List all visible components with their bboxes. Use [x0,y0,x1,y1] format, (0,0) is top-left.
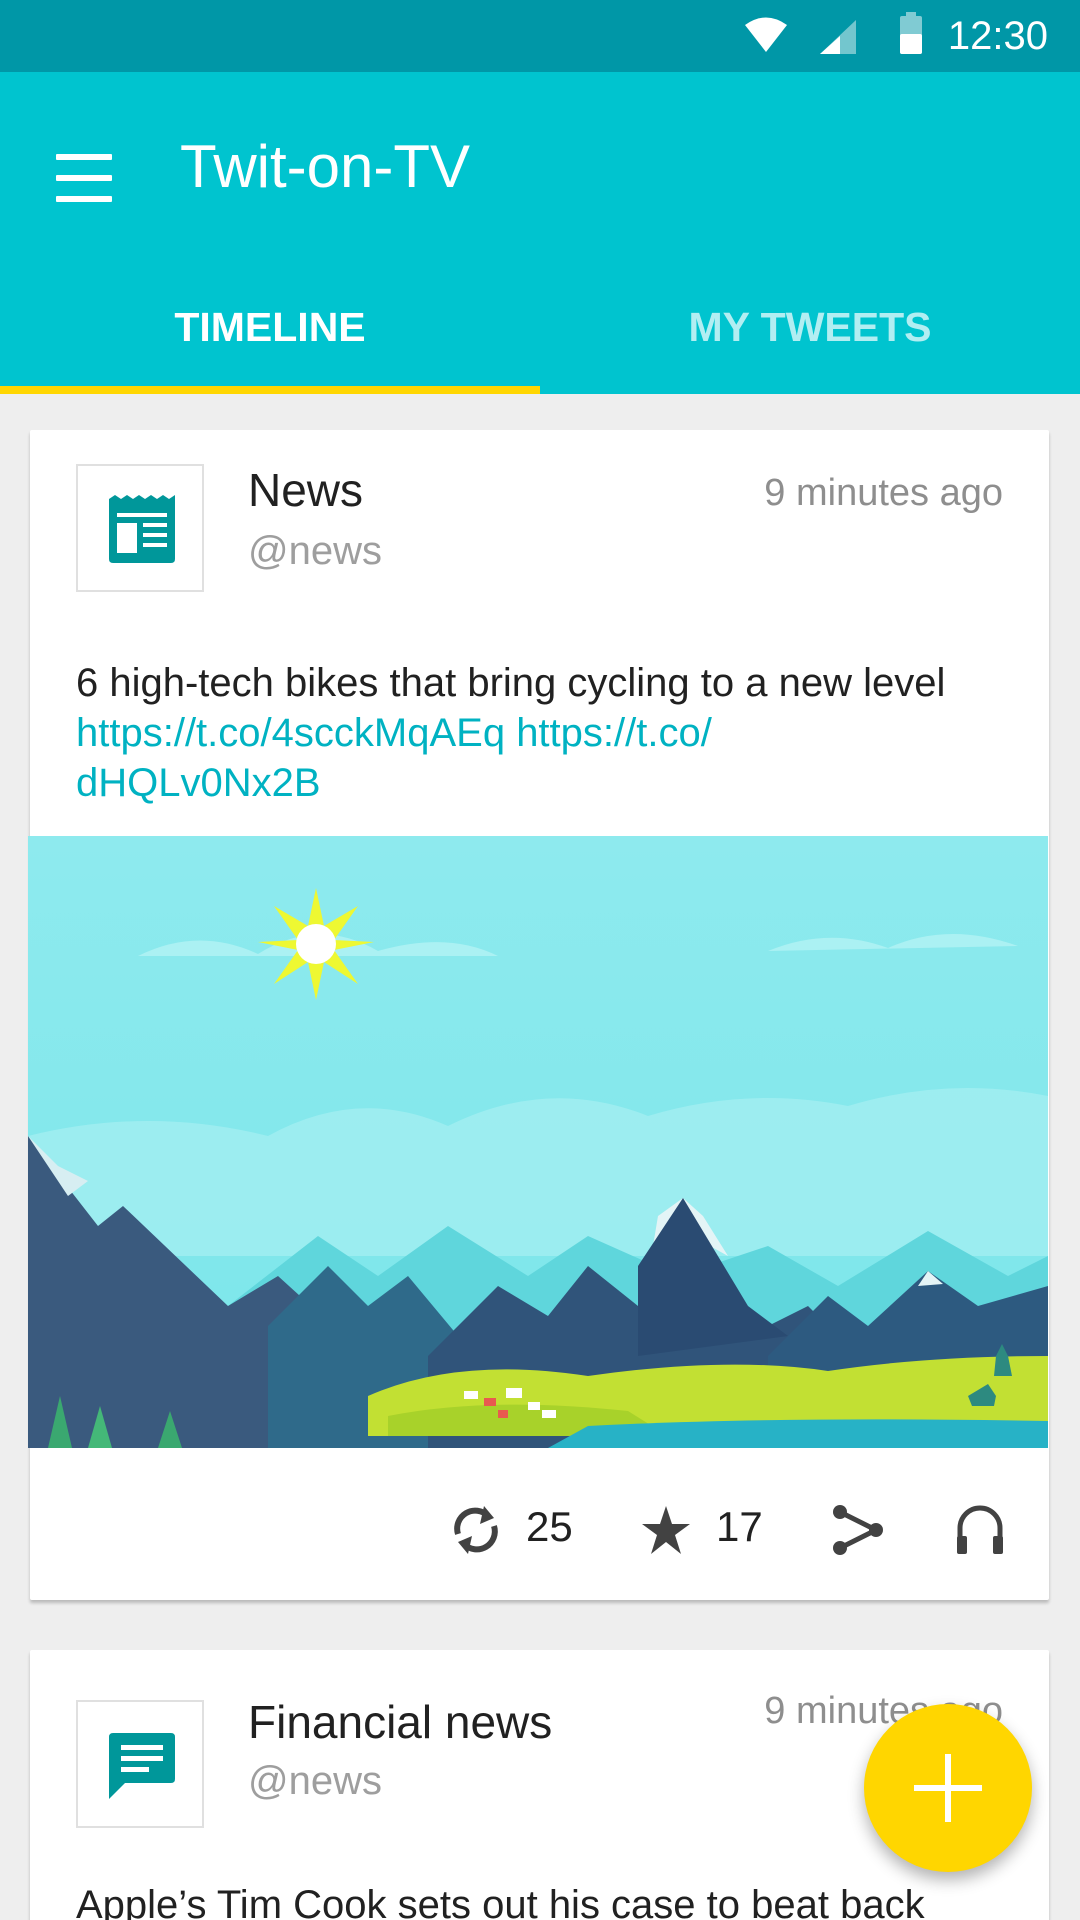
share-icon[interactable] [830,1504,886,1556]
cell-signal-icon [820,20,856,54]
battery-icon [900,12,922,54]
tweet-link[interactable]: https://t.co/4scckMqAEq [76,711,505,755]
headphones-icon[interactable] [954,1504,1006,1556]
tweet-link[interactable]: dHQLv0Nx2B [76,761,321,805]
tab-my-tweets[interactable]: MY TWEETS [540,262,1080,394]
tweet-image[interactable] [28,836,1048,1448]
newspaper-icon [109,495,175,563]
plus-icon [914,1754,982,1822]
author-name[interactable]: News [248,462,363,518]
avatar[interactable] [76,464,204,592]
author-handle[interactable]: @news [248,526,382,576]
timestamp: 9 minutes ago [764,472,1003,514]
tweet-text: 6 high-tech bikes that bring cycling to … [76,658,1026,808]
wifi-icon [745,17,787,52]
status-bar: 12:30 [0,0,1080,72]
tab-indicator [0,386,540,394]
compose-button[interactable] [864,1704,1032,1872]
tweet-card[interactable]: News @news 9 minutes ago 6 high-tech bik… [28,430,1049,1600]
clock: 12:30 [947,14,1048,58]
chat-bubble-icon [109,1733,175,1799]
app-bar: Twit-on-TV TIMELINE MY TWEETS [0,72,1080,394]
favorite-count: 17 [716,1503,763,1550]
avatar[interactable] [76,1700,204,1828]
tweet-body: 6 high-tech bikes that bring cycling to … [76,661,946,705]
retweet-count: 25 [526,1503,573,1550]
tab-timeline[interactable]: TIMELINE [0,262,540,394]
tweet-text: Apple’s Tim Cook sets out his case to be… [76,1883,925,1920]
author-handle[interactable]: @news [248,1756,382,1806]
star-icon[interactable] [640,1504,692,1556]
menu-icon[interactable] [36,120,132,216]
tweet-link[interactable]: https://t.co/ [516,711,712,755]
author-name[interactable]: Financial news [248,1694,552,1750]
app-title: Twit-on-TV [180,133,471,200]
retweet-icon[interactable] [450,1504,502,1556]
tweet-actions: 25 17 [30,1450,1049,1600]
